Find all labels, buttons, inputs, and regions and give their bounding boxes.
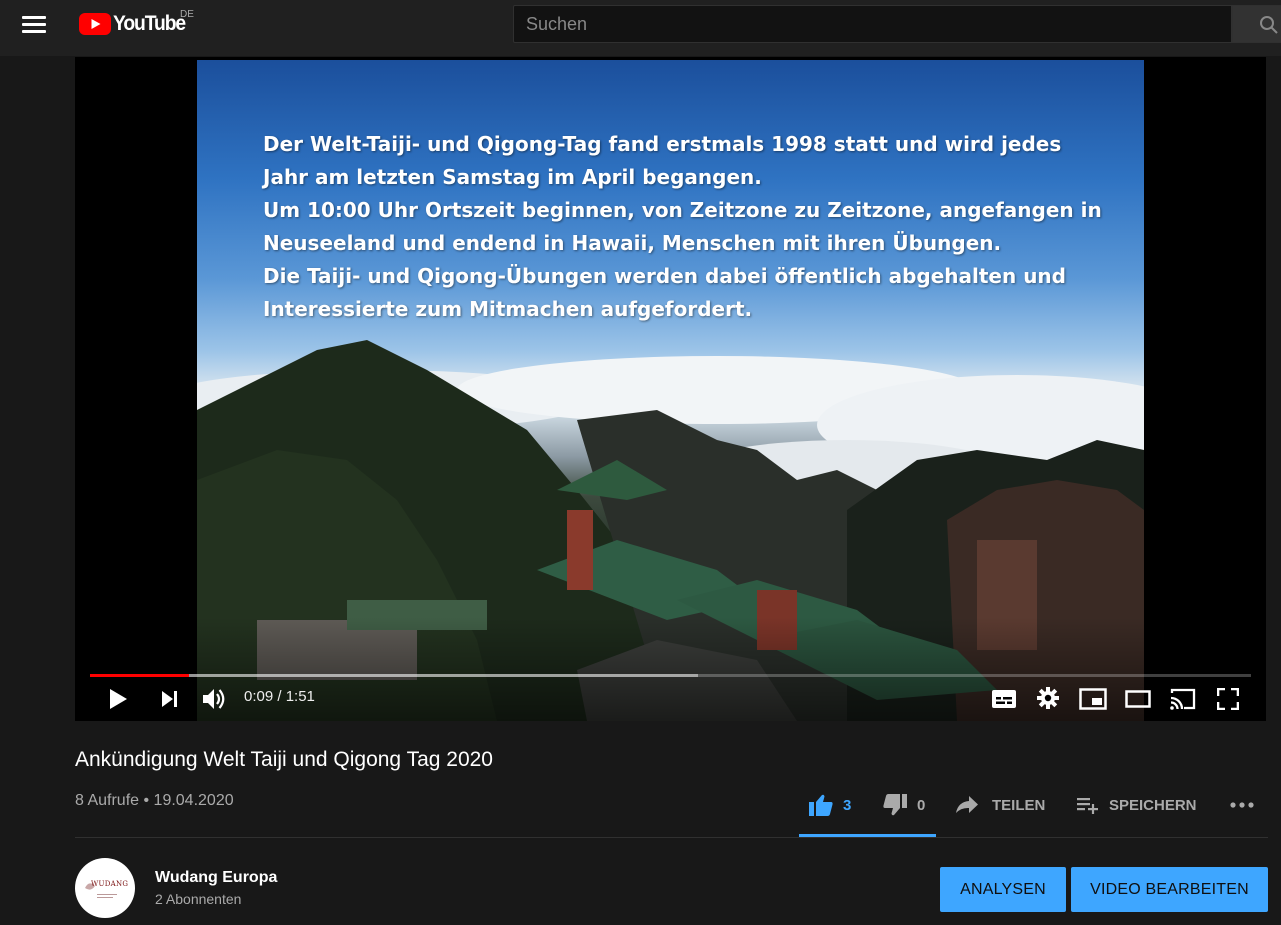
play-icon (110, 689, 127, 709)
video-title: Ankündigung Welt Taiji und Qigong Tag 20… (75, 748, 493, 771)
next-button[interactable] (160, 690, 180, 708)
analytics-button[interactable]: ANALYSEN (940, 867, 1066, 912)
volume-icon (203, 689, 225, 709)
slide-line: Um 10:00 Uhr Ortszeit beginnen, von Zeit… (263, 198, 1102, 222)
share-icon (956, 796, 978, 813)
share-label: TEILEN (992, 796, 1046, 814)
theater-mode-button[interactable] (1125, 690, 1151, 708)
fullscreen-icon (1217, 688, 1239, 710)
progress-bar[interactable] (90, 674, 1251, 677)
volume-button[interactable] (202, 687, 228, 711)
subtitles-icon (992, 690, 1016, 708)
playlist-add-icon (1077, 798, 1098, 814)
like-count: 3 (843, 796, 852, 814)
subtitles-button[interactable] (991, 689, 1017, 709)
save-label: SPEICHERN (1109, 796, 1197, 814)
cast-button[interactable] (1169, 687, 1197, 711)
share-button[interactable]: TEILEN (956, 790, 1045, 820)
thumb-down-icon (883, 794, 907, 816)
edit-video-button[interactable]: VIDEO BEARBEITEN (1071, 867, 1268, 912)
cast-icon (1170, 688, 1196, 710)
more-actions-button[interactable] (1230, 790, 1254, 820)
slide-line: Interessierte zum Mitmachen aufgefordert… (263, 297, 753, 321)
like-button[interactable]: 3 (809, 790, 851, 820)
settings-icon (1037, 687, 1059, 709)
channel-avatar[interactable]: WUDANG (75, 858, 135, 918)
slide-line: Jahr am letzten Samstag im April begange… (263, 165, 762, 189)
subscriber-count: 2 Abonnenten (155, 891, 242, 907)
theater-icon (1125, 690, 1151, 708)
channel-name[interactable]: Wudang Europa (155, 869, 277, 887)
more-icon (1230, 802, 1254, 808)
time-display: 0:09 / 1:51 (244, 688, 315, 705)
fullscreen-button[interactable] (1217, 688, 1239, 710)
video-meta: 8 Aufrufe • 19.04.2020 (75, 792, 234, 809)
dislike-button[interactable]: 0 (883, 790, 925, 820)
progress-played (90, 674, 189, 677)
avatar-emblem-icon (85, 883, 117, 898)
youtube-logo-icon (79, 13, 111, 35)
settings-button[interactable] (1037, 687, 1059, 709)
video-player[interactable]: Der Welt-Taiji- und Qigong-Tag fand erst… (75, 57, 1266, 721)
youtube-logo[interactable]: YouTube DE (79, 9, 194, 37)
thumb-up-icon (809, 794, 833, 816)
slide-line: Die Taiji- und Qigong-Übungen werden dab… (263, 264, 1066, 288)
search-input[interactable] (513, 5, 1232, 43)
save-button[interactable]: SPEICHERN (1077, 790, 1197, 820)
play-button[interactable] (108, 688, 128, 710)
search-button[interactable] (1232, 5, 1281, 43)
slide-text: Der Welt-Taiji- und Qigong-Tag fand erst… (263, 128, 1133, 326)
miniplayer-icon (1079, 688, 1107, 710)
dislike-count: 0 (917, 796, 926, 814)
miniplayer-button[interactable] (1079, 688, 1107, 710)
avatar-text: WUDANG (91, 880, 129, 888)
slide-line: Der Welt-Taiji- und Qigong-Tag fand erst… (263, 132, 1062, 156)
search-icon (1260, 16, 1278, 34)
next-icon (162, 691, 177, 707)
divider (75, 837, 1268, 838)
logo-text: YouTube (113, 12, 186, 35)
country-code: DE (180, 9, 194, 20)
slide-line: Neuseeland und endend in Hawaii, Mensche… (263, 231, 1002, 255)
menu-icon[interactable] (14, 10, 54, 38)
masthead: YouTube DE (0, 0, 1281, 56)
